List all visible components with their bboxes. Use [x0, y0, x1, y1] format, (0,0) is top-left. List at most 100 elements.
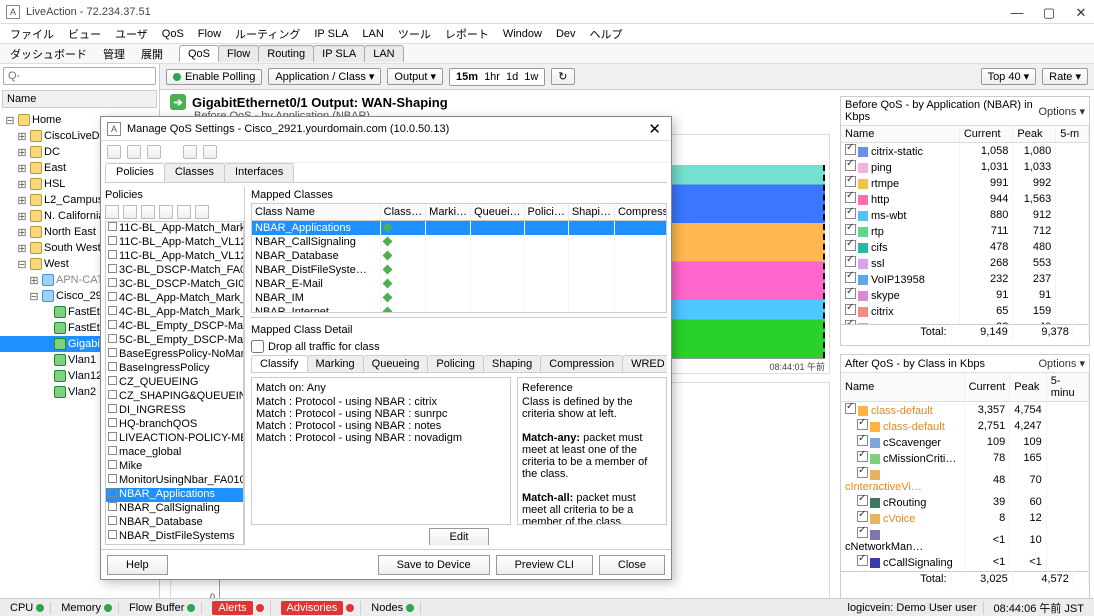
view-tab-qos[interactable]: QoS [179, 45, 219, 62]
tool-icon-4[interactable] [183, 145, 197, 159]
table-row[interactable]: cScavenger109109 [841, 434, 1089, 450]
policy-row[interactable]: CZ_SHAPING&QUEUEING [106, 390, 243, 404]
dialog-tab-policies[interactable]: Policies [105, 163, 165, 182]
dashboard-button[interactable]: ダッシュボード [4, 45, 93, 63]
view-tab-routing[interactable]: Routing [258, 45, 314, 62]
menu-qos[interactable]: QoS [156, 26, 190, 42]
alerts-badge[interactable]: Alerts [212, 601, 252, 615]
tool-icon-3[interactable] [147, 145, 161, 159]
app-class-dropdown[interactable]: Application / Class ▾ [268, 68, 381, 85]
dialog-close-button[interactable]: ✕ [644, 120, 665, 138]
policy-row[interactable]: LIVEACTION-POLICY-MEDIANE… [106, 432, 243, 446]
policy-row[interactable]: 4C-BL_Empty_DSCP-Mark_FA01… [106, 320, 243, 334]
policy-del-icon[interactable] [123, 205, 137, 219]
mapped-class-row[interactable]: NBAR_Internet [252, 305, 667, 313]
subtab-classify[interactable]: Classify [251, 355, 308, 372]
preview-cli-button[interactable]: Preview CLI [496, 555, 593, 575]
policy-row[interactable]: 11C-BL_App-Match_VL12_In_pa… [106, 250, 243, 264]
mapped-class-table[interactable]: Class NameClass…Marki…Queuei…Polici…Shap… [252, 204, 667, 313]
policy-row[interactable]: 11C-BL_App-Match_Mark_FA010… [106, 222, 243, 236]
tool-icon-2[interactable] [127, 145, 141, 159]
table-row[interactable]: cifs478480 [841, 239, 1089, 255]
table-row[interactable]: ms-wbt880912 [841, 207, 1089, 223]
table-row[interactable]: class-default3,3574,754 [841, 402, 1089, 419]
policy-row[interactable]: mace_global [106, 446, 243, 460]
table-row[interactable]: skype9191 [841, 287, 1089, 303]
after-table[interactable]: NameCurrentPeak5-minuclass-default3,3574… [841, 373, 1089, 571]
policy-row[interactable]: 5C-BL_Empty_DSCP-Mark [106, 334, 243, 348]
view-tab-lan[interactable]: LAN [364, 45, 403, 62]
table-row[interactable]: cCallSignaling<1<1 [841, 554, 1089, 570]
policy-list[interactable]: 11C-BL_App-Match_Mark_FA010…11C-BL_App-M… [105, 221, 244, 545]
menu-ip sla[interactable]: IP SLA [308, 26, 354, 42]
before-table[interactable]: NameCurrentPeak5-mcitrix-static1,0581,08… [841, 126, 1089, 324]
policy-row[interactable]: Mike [106, 460, 243, 474]
policy-row[interactable]: 3C-BL_DSCP-Match_GI01_In [106, 278, 243, 292]
help-button[interactable]: Help [107, 555, 168, 575]
table-row[interactable]: http9441,563 [841, 191, 1089, 207]
dialog-tab-classes[interactable]: Classes [164, 163, 225, 182]
before-options[interactable]: Options ▾ [1039, 105, 1086, 118]
tree-search-input[interactable] [3, 67, 156, 85]
range-1d[interactable]: 1d [506, 71, 518, 83]
policy-edit-icon[interactable] [159, 205, 173, 219]
policy-row[interactable]: 4C-BL_App-Match_Mark_FA010_… [106, 292, 243, 306]
policy-row[interactable]: 11C-BL_App-Match_VL12_In_ch… [106, 236, 243, 250]
policy-row[interactable]: BaseEgressPolicy-NoMarking [106, 348, 243, 362]
menu-lan[interactable]: LAN [356, 26, 389, 42]
tool-icon-1[interactable] [107, 145, 121, 159]
menu-レポート[interactable]: レポート [439, 24, 495, 44]
policy-row[interactable]: 4C-BL_App-Match_Mark_VL12_In [106, 306, 243, 320]
manage-button[interactable]: 管理 [97, 45, 131, 63]
policy-row[interactable]: DI_INGRESS [106, 404, 243, 418]
menu-flow[interactable]: Flow [192, 26, 227, 42]
minimize-button[interactable]: — [1010, 5, 1024, 19]
after-options[interactable]: Options ▾ [1039, 357, 1086, 370]
table-row[interactable]: rtp711712 [841, 223, 1089, 239]
mapped-class-row[interactable]: NBAR_IM [252, 291, 667, 305]
policy-row[interactable]: BaseIngressPolicy [106, 362, 243, 376]
policy-row[interactable]: CZ_QUEUEING [106, 376, 243, 390]
policy-row[interactable]: NBAR_Applications [106, 488, 243, 502]
range-15m[interactable]: 15m [456, 71, 478, 83]
enable-polling-toggle[interactable]: Enable Polling [166, 69, 262, 85]
subtab-shaping[interactable]: Shaping [483, 355, 541, 372]
output-dropdown[interactable]: Output ▾ [387, 68, 443, 85]
close-dialog-button[interactable]: Close [599, 555, 665, 575]
policy-row[interactable]: HQ-branchQOS [106, 418, 243, 432]
mapped-class-row[interactable]: NBAR_CallSignaling [252, 235, 667, 249]
policy-row[interactable]: MonitorUsingNbar_FA010_In [106, 474, 243, 488]
range-1w[interactable]: 1w [524, 71, 538, 83]
policy-up-icon[interactable] [177, 205, 191, 219]
table-row[interactable]: citrix65159 [841, 303, 1089, 319]
subtab-marking[interactable]: Marking [307, 355, 364, 372]
table-row[interactable]: cMissionCriti…78165 [841, 450, 1089, 466]
dialog-tab-interfaces[interactable]: Interfaces [224, 163, 294, 182]
table-row[interactable]: VoIP13958232237 [841, 271, 1089, 287]
table-row[interactable]: ssl268553 [841, 255, 1089, 271]
subtab-policing[interactable]: Policing [427, 355, 484, 372]
menu-ビュー[interactable]: ビュー [62, 24, 107, 44]
mapped-class-row[interactable]: NBAR_Database [252, 249, 667, 263]
tool-icon-5[interactable] [203, 145, 217, 159]
deploy-button[interactable]: 展開 [135, 45, 169, 63]
drop-traffic-checkbox[interactable] [251, 340, 264, 353]
mapped-class-row[interactable]: NBAR_E-Mail [252, 277, 667, 291]
refresh-button[interactable]: ↻ [551, 68, 574, 85]
close-button[interactable]: ✕ [1074, 5, 1088, 19]
menu-ファイル[interactable]: ファイル [4, 24, 60, 44]
table-row[interactable]: cInteractiveVi…4870 [841, 466, 1089, 494]
table-row[interactable]: citrix-static1,0581,080 [841, 143, 1089, 160]
mapped-class-row[interactable]: NBAR_Applications [252, 221, 667, 236]
view-tab-flow[interactable]: Flow [218, 45, 259, 62]
advisories-badge[interactable]: Advisories [281, 601, 344, 615]
policy-copy-icon[interactable] [141, 205, 155, 219]
policy-row[interactable]: NBAR_Database [106, 516, 243, 530]
maximize-button[interactable]: ▢ [1042, 5, 1056, 19]
policy-add-icon[interactable] [105, 205, 119, 219]
table-row[interactable]: class-default2,7514,247 [841, 418, 1089, 434]
range-1hr[interactable]: 1hr [484, 71, 500, 83]
menu-dev[interactable]: Dev [550, 26, 582, 42]
table-row[interactable]: cNetworkMan…<110 [841, 526, 1089, 554]
menu-window[interactable]: Window [497, 26, 548, 42]
